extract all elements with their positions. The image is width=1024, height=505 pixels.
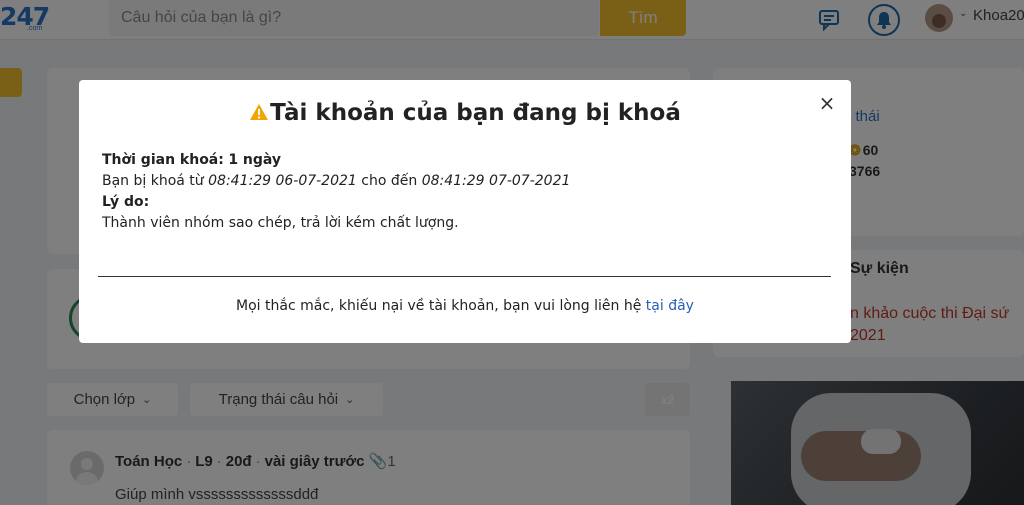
contact-link[interactable]: tại đây <box>646 298 694 314</box>
footer-text: Mọi thắc mắc, khiếu nại về tài khoản, bạ… <box>236 298 642 314</box>
lock-start-time: 08:41:29 06-07-2021 <box>208 173 357 189</box>
close-button[interactable]: × <box>817 93 837 113</box>
lock-period-prefix: Bạn bị khoá từ <box>102 173 204 189</box>
warning-icon <box>250 104 269 120</box>
lock-period-mid: cho đến <box>361 173 418 189</box>
lock-duration-value: 1 ngày <box>228 152 282 168</box>
lock-duration-label: Thời gian khoá: <box>102 152 224 168</box>
account-locked-modal: Tài khoản của bạn đang bị khoá × Thời gi… <box>79 80 851 343</box>
lock-period-row: Bạn bị khoá từ 08:41:29 06-07-2021 cho đ… <box>102 171 822 192</box>
modal-body: Thời gian khoá: 1 ngày Bạn bị khoá từ 08… <box>102 150 822 234</box>
modal-footer: Mọi thắc mắc, khiếu nại về tài khoản, bạ… <box>79 298 851 314</box>
reason-text: Thành viên nhóm sao chép, trả lời kém ch… <box>102 215 459 231</box>
modal-divider <box>98 276 831 277</box>
lock-duration-row: Thời gian khoá: 1 ngày <box>102 150 822 171</box>
modal-title: Tài khoản của bạn đang bị khoá <box>79 100 851 126</box>
reason-label: Lý do: <box>102 194 150 210</box>
modal-title-text: Tài khoản của bạn đang bị khoá <box>270 100 681 126</box>
lock-end-time: 08:41:29 07-07-2021 <box>421 173 571 189</box>
